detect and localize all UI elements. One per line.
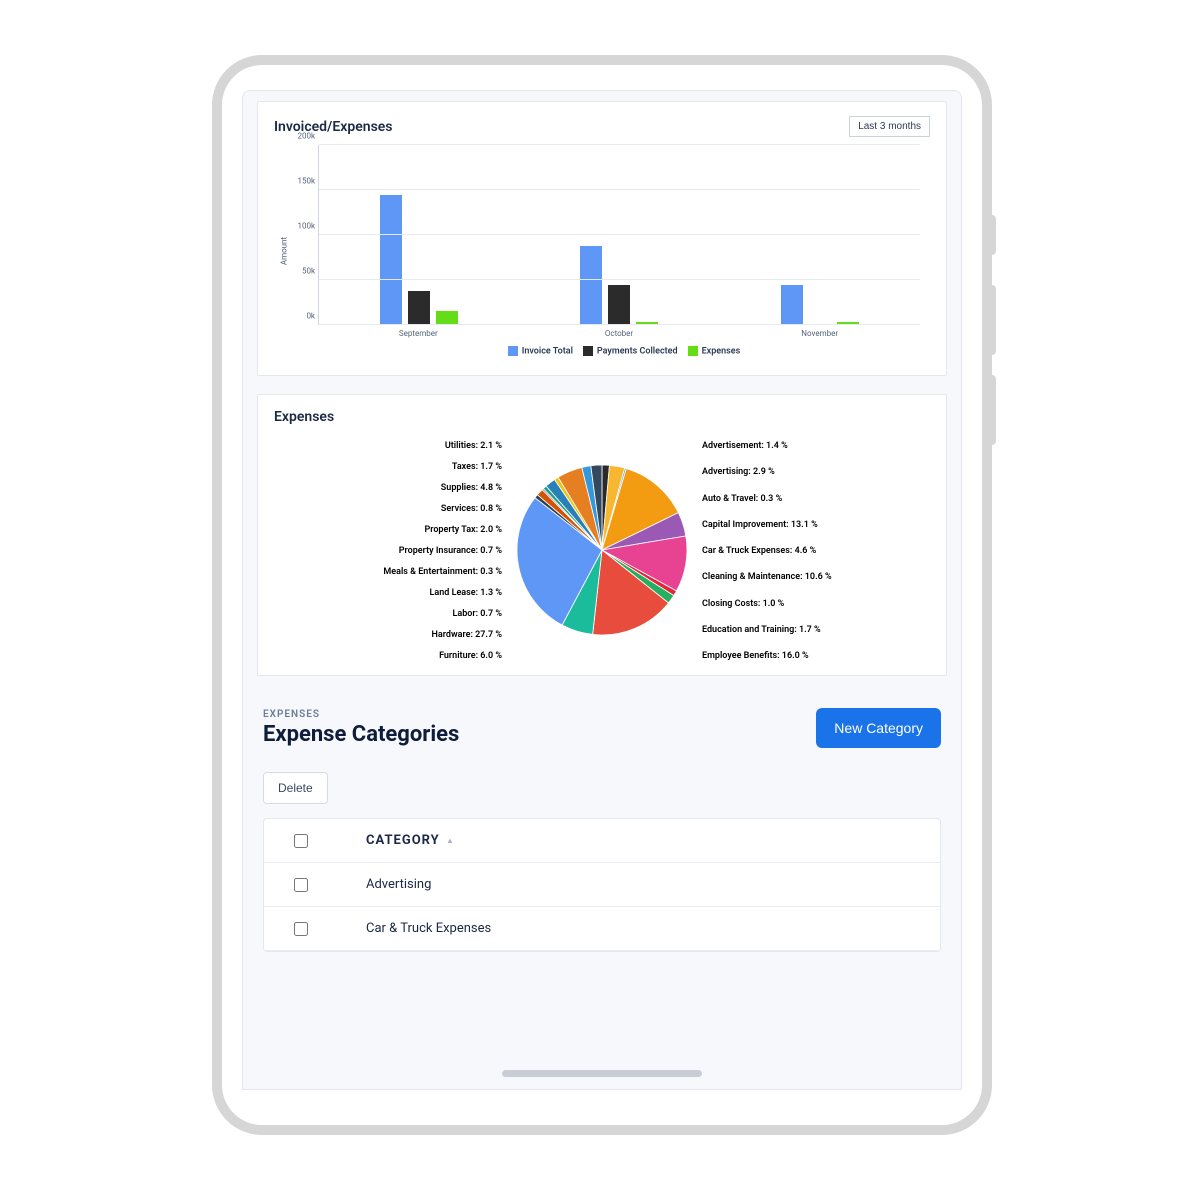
pie-label: Services: 0.8 % xyxy=(441,504,502,514)
legend-swatch xyxy=(583,346,593,356)
section-header: EXPENSES Expense Categories New Category xyxy=(263,708,941,748)
home-indicator[interactable] xyxy=(502,1070,702,1077)
pie-label: Labor: 0.7 % xyxy=(453,609,503,619)
legend-label: Payments Collected xyxy=(597,346,678,356)
invoiced-expenses-card: Invoiced/Expenses Last 3 months Amount 0… xyxy=(257,101,947,376)
pie-label: Education and Training: 1.7 % xyxy=(702,625,821,635)
y-tick: 50k xyxy=(285,267,315,276)
bar xyxy=(580,246,602,325)
legend-swatch xyxy=(688,346,698,356)
power-button xyxy=(988,215,996,255)
legend-label: Expenses xyxy=(702,346,741,356)
row-checkbox[interactable] xyxy=(294,878,308,892)
pie-label: Employee Benefits: 16.0 % xyxy=(702,651,809,661)
bar-group xyxy=(319,145,519,325)
tablet-frame: Invoiced/Expenses Last 3 months Amount 0… xyxy=(212,55,992,1135)
pie-label: Utilities: 2.1 % xyxy=(445,441,502,451)
pie-label: Property Tax: 2.0 % xyxy=(424,525,502,535)
pie-label: Advertisement: 1.4 % xyxy=(702,441,788,451)
pie-label: Advertising: 2.9 % xyxy=(702,467,775,477)
date-range-select[interactable]: Last 3 months xyxy=(849,116,930,137)
sort-asc-icon: ▲ xyxy=(446,836,455,845)
card-title: Expenses xyxy=(274,409,334,425)
new-category-button[interactable]: New Category xyxy=(816,708,941,748)
y-tick: 100k xyxy=(285,222,315,231)
y-tick: 200k xyxy=(285,132,315,141)
row-checkbox[interactable] xyxy=(294,922,308,936)
x-axis-labels: SeptemberOctoberNovember xyxy=(318,329,920,338)
table-row[interactable]: Car & Truck Expenses xyxy=(264,907,940,951)
bar-group xyxy=(720,145,920,325)
x-tick: September xyxy=(318,329,519,338)
bar xyxy=(436,311,458,325)
x-tick: October xyxy=(519,329,720,338)
section-tag: EXPENSES xyxy=(263,709,459,720)
pie-chart: Advertisement: 1.4 % Advertising: 2.9 % Au… xyxy=(274,435,930,665)
table-row[interactable]: Advertising xyxy=(264,863,940,907)
section-title: Expense Categories xyxy=(263,722,459,747)
y-tick: 150k xyxy=(285,177,315,186)
pie-label: Cleaning & Maintenance: 10.6 % xyxy=(702,572,832,582)
legend-label: Invoice Total xyxy=(522,346,573,356)
pie-label: Supplies: 4.8 % xyxy=(441,483,502,493)
app-content: Invoiced/Expenses Last 3 months Amount 0… xyxy=(243,91,961,1089)
screen: Invoiced/Expenses Last 3 months Amount 0… xyxy=(242,90,962,1090)
pie-label: Land Lease: 1.3 % xyxy=(430,588,502,598)
volume-up-button xyxy=(988,285,996,355)
column-header-category[interactable]: CATEGORY ▲ xyxy=(326,833,928,848)
expenses-pie-card: Expenses Advertisement: 1.4 % Advertising… xyxy=(257,394,947,676)
bar-group xyxy=(519,145,719,325)
x-tick: November xyxy=(719,329,920,338)
categories-table: CATEGORY ▲ Advertising Car & Truck Expens… xyxy=(263,818,941,952)
pie-label: Meals & Entertainment: 0.3 % xyxy=(383,567,502,577)
plot-area: 0k50k100k150k200k xyxy=(318,145,920,325)
volume-down-button xyxy=(988,375,996,445)
expense-categories-section: EXPENSES Expense Categories New Category… xyxy=(257,694,947,964)
y-axis-label: Amount xyxy=(280,237,289,265)
bar-chart: Amount 0k50k100k150k200k SeptemberOctobe… xyxy=(274,145,930,365)
bar xyxy=(608,285,630,325)
pie-label: Taxes: 1.7 % xyxy=(452,462,502,472)
category-cell: Car & Truck Expenses xyxy=(326,921,928,936)
pie-label: Closing Costs: 1.0 % xyxy=(702,599,784,609)
pie-label: Capital Improvement: 13.1 % xyxy=(702,520,818,530)
pie-label: Furniture: 6.0 % xyxy=(439,651,502,661)
bar xyxy=(781,285,803,326)
pie-label: Property Insurance: 0.7 % xyxy=(399,546,502,556)
bar xyxy=(380,195,402,326)
table-header-row: CATEGORY ▲ xyxy=(264,819,940,863)
pie-label: Hardware: 27.7 % xyxy=(432,630,502,640)
pie-svg xyxy=(517,465,687,635)
bar xyxy=(408,291,430,325)
category-cell: Advertising xyxy=(326,877,928,892)
chart-legend: Invoice Total Payments Collected Expenses xyxy=(318,346,920,356)
delete-button[interactable]: Delete xyxy=(263,772,328,804)
legend-swatch xyxy=(508,346,518,356)
select-all-checkbox[interactable] xyxy=(294,834,308,848)
pie-label: Auto & Travel: 0.3 % xyxy=(702,494,782,504)
y-tick: 0k xyxy=(285,312,315,321)
pie-label: Car & Truck Expenses: 4.6 % xyxy=(702,546,816,556)
